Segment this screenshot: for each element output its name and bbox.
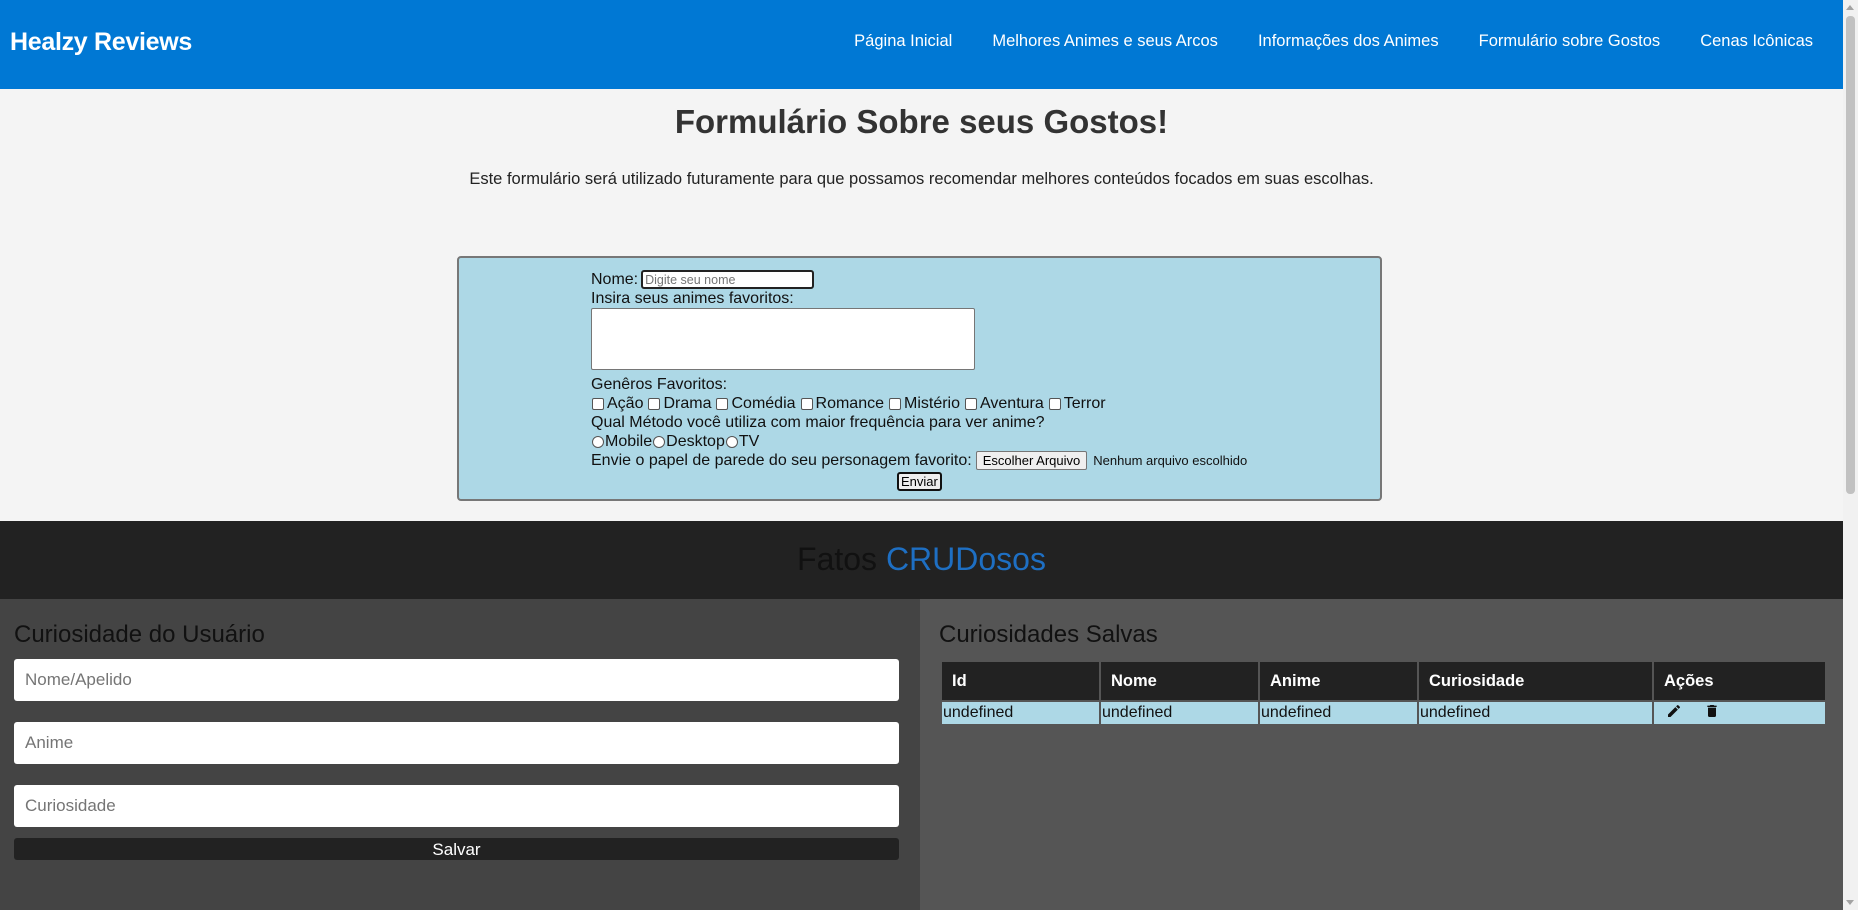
checkbox-acao[interactable] [592, 397, 604, 410]
upload-label: Envie o papel de parede do seu personage… [591, 452, 972, 469]
crud-title-plain: Fatos [797, 541, 886, 577]
checkbox-misterio[interactable] [889, 397, 901, 410]
file-status: Nenhum arquivo escolhido [1093, 453, 1248, 468]
method-row: Mobile Desktop TV [591, 432, 1291, 451]
saved-curiosities-panel: Curiosidades Salvas Id Nome Anime Curios… [920, 599, 1843, 910]
brand-logo[interactable]: Healzy Reviews [10, 28, 192, 57]
choose-file-button[interactable]: Escolher Arquivo [975, 451, 1088, 470]
nav-best-animes[interactable]: Melhores Animes e seus Arcos [992, 32, 1218, 51]
trash-icon[interactable] [1704, 703, 1720, 724]
checkbox-terror[interactable] [1048, 397, 1061, 410]
nav-tastes-form[interactable]: Formulário sobre Gostos [1479, 32, 1661, 51]
column-header-anime: Anime [1260, 662, 1417, 700]
cell-actions [1654, 702, 1825, 724]
checkbox-aventura[interactable] [965, 397, 978, 410]
scroll-up-arrow-icon[interactable] [1846, 5, 1854, 10]
column-header-curiosidade: Curiosidade [1419, 662, 1652, 700]
name-label: Nome: [591, 271, 639, 288]
method-label: Qual Método você utiliza com maior frequ… [591, 414, 1045, 431]
user-curiosity-title: Curiosidade do Usuário [14, 621, 265, 648]
column-header-acoes: Ações [1654, 662, 1825, 700]
column-header-nome: Nome [1101, 662, 1258, 700]
crud-title: Fatos CRUDosos [0, 541, 1843, 578]
curiosity-input[interactable] [14, 785, 899, 827]
tastes-form: Nome: Insira seus animes favoritos: Genê… [457, 256, 1382, 501]
site-header: Healzy Reviews Página Inicial Melhores A… [0, 0, 1843, 89]
radio-mobile[interactable] [592, 435, 604, 448]
anime-input[interactable] [14, 722, 899, 764]
genre-label: Romance [815, 395, 884, 412]
checkbox-comedia[interactable] [716, 397, 729, 410]
name-input[interactable] [641, 270, 815, 289]
animes-label: Insira seus animes favoritos: [591, 290, 794, 307]
name-row: Nome: [591, 270, 1291, 289]
user-curiosity-panel: Curiosidade do Usuário Salvar [0, 599, 920, 910]
scrollbar-thumb[interactable] [1846, 16, 1855, 494]
edit-icon[interactable] [1666, 703, 1682, 724]
page-subtitle: Este formulário será utilizado futuramen… [469, 170, 1374, 188]
cell-curiosidade: undefined [1419, 702, 1652, 724]
crud-title-highlight: CRUDosos [885, 541, 1046, 577]
favorite-animes-textarea[interactable] [591, 308, 975, 370]
method-label-mobile: Mobile [605, 433, 653, 450]
upload-row: Envie o papel de parede do seu personage… [591, 451, 1291, 470]
table-row: undefined undefined undefined undefined [942, 702, 1825, 724]
genres-row: Ação Drama Comédia Romance Mistério Aven… [591, 394, 1291, 413]
checkbox-romance[interactable] [800, 397, 813, 410]
nav-iconic-scenes[interactable]: Cenas Icônicas [1700, 32, 1813, 51]
main-nav: Página Inicial Melhores Animes e seus Ar… [854, 32, 1813, 51]
checkbox-drama[interactable] [648, 397, 661, 410]
radio-desktop[interactable] [653, 435, 666, 448]
cell-anime: undefined [1260, 702, 1417, 724]
curiosities-table: Id Nome Anime Curiosidade Ações undefine… [940, 660, 1827, 726]
genre-label: Comédia [731, 395, 796, 412]
page-title: Formulário Sobre seus Gostos! [674, 103, 1169, 140]
cell-nome: undefined [1101, 702, 1258, 724]
submit-button[interactable]: Enviar [897, 472, 942, 491]
column-header-id: Id [942, 662, 1099, 700]
nav-anime-info[interactable]: Informações dos Animes [1258, 32, 1439, 51]
genre-label: Mistério [904, 395, 961, 412]
genre-label: Drama [663, 395, 712, 412]
radio-tv[interactable] [725, 435, 738, 448]
page-scrollbar[interactable] [1843, 0, 1858, 910]
nickname-input[interactable] [14, 659, 899, 701]
page: Healzy Reviews Página Inicial Melhores A… [0, 0, 1843, 910]
crud-section-header: Fatos CRUDosos [0, 521, 1843, 599]
method-label-tv: TV [738, 433, 760, 450]
genres-label: Genêros Favoritos: [591, 376, 728, 393]
method-label-desktop: Desktop [666, 433, 725, 450]
scroll-down-arrow-icon[interactable] [1846, 900, 1854, 905]
save-button[interactable]: Salvar [14, 838, 899, 860]
nav-home[interactable]: Página Inicial [854, 32, 952, 51]
genre-label: Aventura [980, 395, 1044, 412]
genre-label: Ação [607, 395, 644, 412]
cell-id: undefined [942, 702, 1099, 724]
genre-label: Terror [1063, 395, 1106, 412]
saved-curiosities-title: Curiosidades Salvas [939, 621, 1158, 648]
